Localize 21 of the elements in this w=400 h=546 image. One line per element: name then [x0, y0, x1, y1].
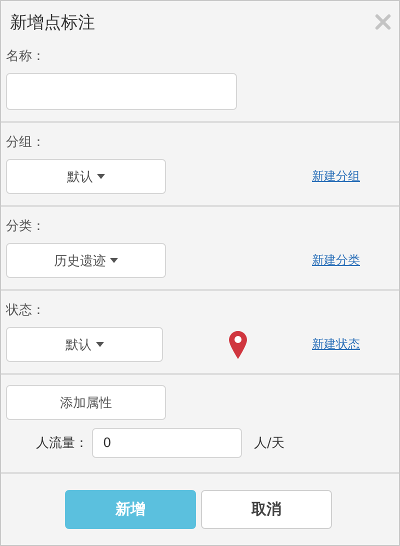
dialog-title: 新增点标注	[10, 12, 95, 34]
field-label: 分类：	[6, 218, 45, 235]
field-label: 人流量：	[36, 435, 88, 452]
field-label: 名称：	[6, 48, 45, 65]
unit-label: 人/天	[254, 435, 284, 452]
caret-icon	[110, 258, 118, 263]
dropdown[interactable]: 历史遗迹	[6, 243, 166, 278]
create-link[interactable]: 新建状态	[312, 336, 360, 353]
dropdown[interactable]: 默认	[6, 159, 166, 194]
traffic-input[interactable]: 0	[92, 428, 242, 458]
cancel-button[interactable]: 取消	[201, 490, 332, 529]
caret-icon	[97, 174, 105, 179]
dropdown[interactable]: 默认	[6, 327, 164, 362]
field-label: 状态：	[6, 302, 45, 319]
name-input[interactable]	[6, 73, 237, 110]
close-icon[interactable]	[375, 14, 391, 30]
caret-icon	[96, 342, 104, 347]
add-attribute-button[interactable]: 添加属性	[6, 385, 166, 420]
field-label: 分组：	[6, 134, 45, 151]
create-link[interactable]: 新建分组	[312, 168, 360, 185]
create-link[interactable]: 新建分类	[312, 252, 360, 269]
